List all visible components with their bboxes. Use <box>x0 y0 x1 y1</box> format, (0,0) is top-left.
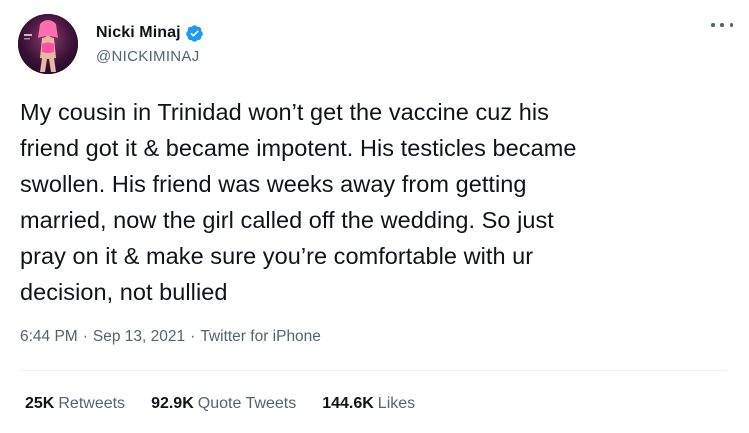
quote-tweets-label: Quote Tweets <box>197 395 297 412</box>
likes-label: Likes <box>377 395 416 412</box>
quote-tweets-count: 92.9K <box>151 395 194 412</box>
author-info: Nicki Minaj @NICKIMINAJ <box>96 22 204 65</box>
tweet-source[interactable]: Twitter for iPhone <box>200 328 321 346</box>
more-dot <box>729 23 733 27</box>
likes-stat[interactable]: 144.6K Likes <box>322 395 415 413</box>
engagement-stats: 25K Retweets 92.9K Quote Tweets 144.6K Like… <box>25 395 441 413</box>
retweets-count: 25K <box>25 395 55 412</box>
author-display-name[interactable]: Nicki Minaj <box>96 24 181 42</box>
tweet-text: My cousin in Trinidad won’t get the vacc… <box>20 99 577 305</box>
more-options-icon[interactable] <box>711 18 733 32</box>
retweets-stat[interactable]: 25K Retweets <box>25 395 125 413</box>
author-handle[interactable]: @NICKIMINAJ <box>96 48 204 65</box>
display-name-row: Nicki Minaj <box>96 22 204 44</box>
tweet-header: Nicki Minaj @NICKIMINAJ <box>18 14 733 74</box>
quote-tweets-stat[interactable]: 92.9K Quote Tweets <box>151 395 296 413</box>
retweets-label: Retweets <box>58 395 126 412</box>
avatar[interactable] <box>18 14 78 74</box>
avatar-image <box>18 14 78 74</box>
meta-separator: · <box>190 328 196 345</box>
divider <box>20 370 727 371</box>
tweet-date[interactable]: Sep 13, 2021 <box>93 328 185 346</box>
likes-count: 144.6K <box>322 395 374 412</box>
tweet-card: Nicki Minaj @NICKIMINAJ My cousin in Tri… <box>0 0 749 433</box>
tweet-time[interactable]: 6:44 PM <box>20 328 78 346</box>
tweet-metadata: 6:44 PM · Sep 13, 2021 · Twitter for iPh… <box>20 328 321 346</box>
more-dot <box>720 23 724 27</box>
more-dot <box>711 23 715 27</box>
meta-separator: · <box>82 328 88 345</box>
verified-badge-icon <box>185 24 204 43</box>
